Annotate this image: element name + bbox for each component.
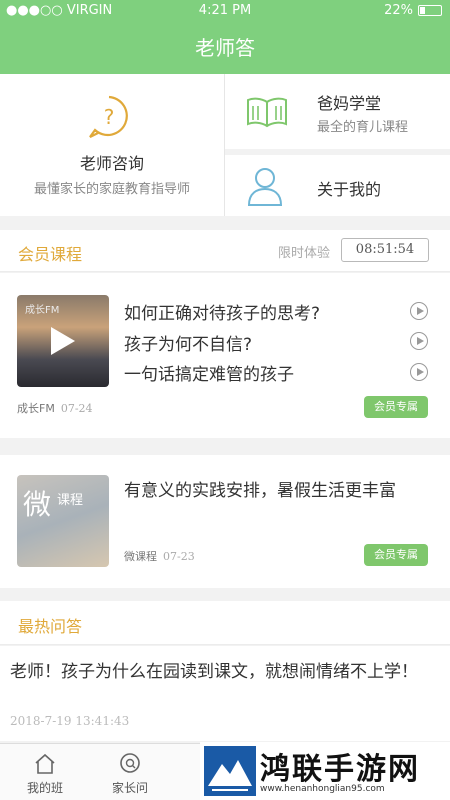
status-bar: ●●●○○ VIRGIN 4:21 PM 22% (0, 0, 450, 22)
page-title: 老师答 (195, 36, 255, 60)
ask-bubble-icon (120, 753, 140, 773)
source-date: 07-23 (163, 550, 195, 563)
battery-indicator: 22% (384, 3, 442, 18)
play-circle-icon[interactable] (410, 332, 428, 350)
user-icon (247, 168, 283, 206)
tab-my-class[interactable]: 我的班 (0, 744, 90, 800)
home-icon (35, 753, 55, 774)
section-title: 最热问答 (18, 617, 83, 636)
nav-bar: 老师答 (0, 22, 450, 74)
teacher-consult-entry[interactable]: ? 老师咨询 最懂家长的家庭教育指导师 (0, 74, 224, 216)
svg-text:?: ? (104, 105, 115, 129)
parent-school-entry[interactable]: 爸妈学堂 最全的育儿课程 (225, 74, 450, 149)
member-only-badge: 会员专属 (364, 396, 428, 418)
lesson-item[interactable]: 孩子为何不自信? (124, 330, 252, 355)
question-time: 2018-7-19 13:41:43 (10, 714, 130, 728)
book-icon (247, 97, 287, 128)
source-name: 成长FM (17, 402, 55, 415)
consult-subtitle: 最懂家长的家庭教育指导师 (33, 182, 190, 197)
thumbnail-char: 微 (23, 488, 52, 521)
question-bubble-icon: ? (89, 95, 128, 138)
watermark-url: www.henanhonglian95.com (260, 784, 385, 794)
tab-label: 家长问 (111, 781, 148, 795)
status-time: 4:21 PM (198, 3, 252, 18)
source-date: 07-24 (60, 402, 93, 415)
about-title: 关于我的 (317, 180, 382, 199)
battery-percent: 22% (384, 3, 413, 18)
site-watermark: 鸿联手游网 www.henanhonglian95.com (200, 742, 450, 800)
hot-qa-header: 最热问答 (0, 601, 450, 645)
site-logo (204, 746, 256, 796)
watermark-title: 鸿联手游网 (260, 752, 420, 787)
battery-icon (418, 5, 442, 16)
course-card-micro[interactable]: 微 课程 有意义的实践安排，暑假生活更丰富 微课程 07-23 会员专属 (0, 455, 450, 588)
countdown-timer: 08:51:54 (341, 238, 429, 262)
course-source: 成长FM 07-24 (17, 400, 93, 416)
play-circle-icon[interactable] (410, 363, 428, 381)
parent-school-subtitle: 最全的育儿课程 (317, 120, 409, 135)
play-icon (51, 327, 75, 355)
course-source: 微课程 07-23 (124, 548, 195, 564)
parent-school-title: 爸妈学堂 (317, 94, 382, 113)
lesson-item[interactable]: 一句话搞定难管的孩子 (124, 360, 294, 385)
course-thumbnail[interactable]: 成长FM (17, 295, 109, 387)
tab-parent-ask[interactable]: 家长问 (85, 744, 175, 800)
consult-title: 老师咨询 (79, 154, 144, 173)
limited-trial-label: 限时体验 (278, 246, 331, 261)
about-me-entry[interactable]: 关于我的 (225, 155, 450, 216)
top-panel: ? 老师咨询 最懂家长的家庭教育指导师 爸妈学堂 最全的育儿课程 关于我的 (0, 74, 450, 216)
source-name: 微课程 (124, 550, 157, 563)
section-title: 会员课程 (18, 245, 83, 264)
tab-label: 我的班 (26, 781, 63, 795)
course-title[interactable]: 有意义的实践安排，暑假生活更丰富 (124, 477, 424, 506)
question-text: 老师！孩子为什么在园读到课文，就想闹情绪不上学！ (10, 662, 418, 682)
qa-item[interactable]: 老师！孩子为什么在园读到课文，就想闹情绪不上学！ 2018-7-19 13:41… (0, 646, 450, 741)
thumbnail-label: 课程 (57, 493, 84, 508)
course-thumbnail[interactable]: 微 课程 (17, 475, 109, 567)
play-circle-icon[interactable] (410, 302, 428, 320)
member-course-header: 会员课程 限时体验 08:51:54 (0, 230, 450, 272)
thumbnail-tag: 成长FM (25, 305, 60, 316)
lesson-item[interactable]: 如何正确对待孩子的思考? (124, 299, 320, 324)
member-only-badge: 会员专属 (364, 544, 428, 566)
course-card-fm[interactable]: 成长FM 如何正确对待孩子的思考? 孩子为何不自信? 一句话搞定难管的孩子 成长… (0, 273, 450, 438)
